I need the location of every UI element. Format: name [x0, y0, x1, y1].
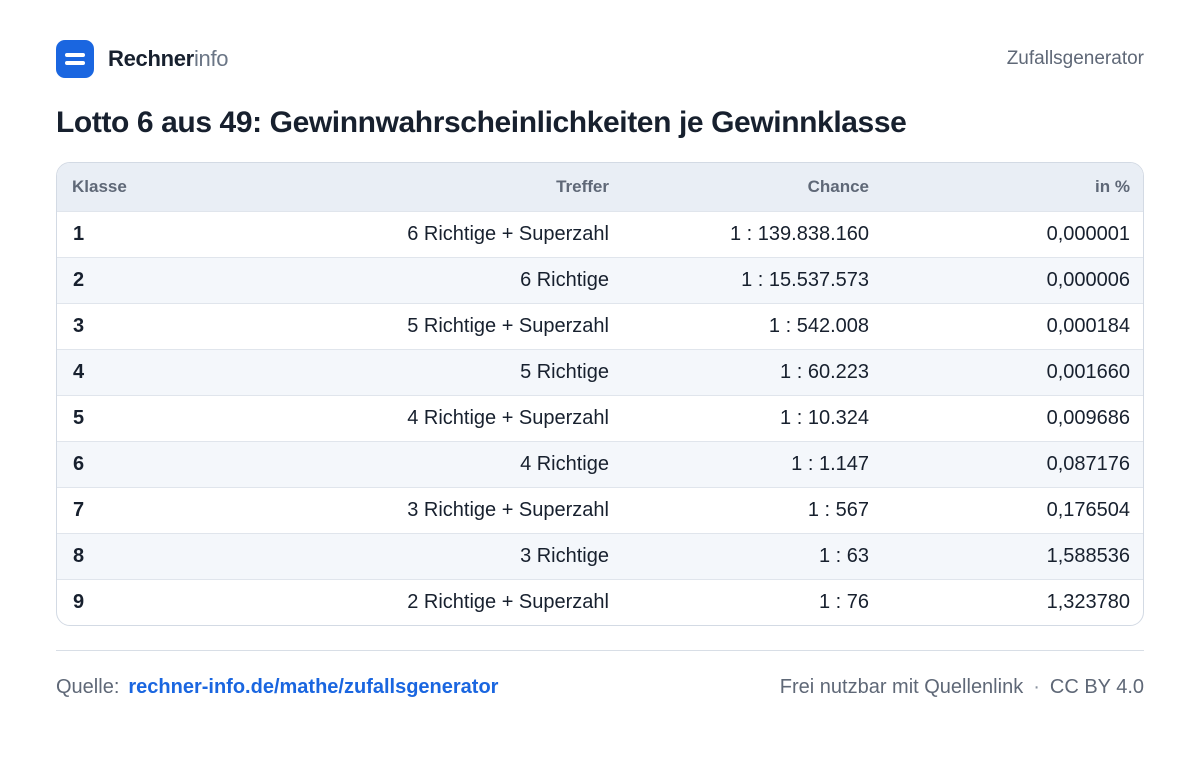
cell-prozent: 1,323780 — [1046, 590, 1130, 613]
page-title: Lotto 6 aus 49: Gewinnwahrscheinlichkeit… — [56, 106, 907, 139]
cell-treffer: 3 Richtige — [520, 544, 609, 567]
cell-treffer: 2 Richtige + Superzahl — [407, 590, 609, 613]
cell-chance: 1 : 139.838.160 — [729, 222, 869, 245]
cell-prozent: 0,000184 — [1046, 314, 1130, 337]
cell-klasse: 7 — [73, 498, 85, 521]
source-label: Quelle: — [56, 676, 120, 698]
cell-klasse: 5 — [73, 406, 85, 429]
brand-name-light: info — [193, 46, 229, 71]
cell-treffer: 3 Richtige + Superzahl — [407, 498, 609, 521]
license-separator: · — [1033, 676, 1040, 698]
brand-name: Rechnerinfo — [108, 46, 229, 72]
footer-divider — [56, 650, 1144, 651]
cell-prozent: 0,000001 — [1046, 222, 1130, 245]
cell-klasse: 2 — [73, 268, 85, 291]
table-row: 9 2 Richtige + Superzahl 1 : 76 1,323780 — [57, 579, 1143, 625]
column-header-klasse: Klasse — [72, 176, 127, 196]
cell-chance: 1 : 1.147 — [791, 452, 869, 475]
footer: Quelle: rechner-info.de/mathe/zufallsgen… — [56, 676, 1144, 699]
cell-treffer: 4 Richtige + Superzahl — [407, 406, 609, 429]
nav-link-zufallsgenerator[interactable]: Zufallsgenerator — [1007, 48, 1144, 70]
license-info: Frei nutzbar mit Quellenlink · CC BY 4.0 — [780, 676, 1144, 699]
cell-klasse: 6 — [73, 452, 85, 475]
cell-chance: 1 : 15.537.573 — [741, 268, 869, 291]
cell-chance: 1 : 10.324 — [780, 406, 869, 429]
cell-treffer: 6 Richtige + Superzahl — [407, 222, 609, 245]
table-row: 8 3 Richtige 1 : 63 1,588536 — [57, 533, 1143, 579]
column-header-treffer: Treffer — [556, 176, 609, 196]
cell-klasse: 3 — [73, 314, 85, 337]
cell-chance: 1 : 76 — [818, 590, 869, 613]
cell-prozent: 0,001660 — [1046, 360, 1130, 383]
table-row: 3 5 Richtige + Superzahl 1 : 542.008 0,0001… — [57, 303, 1143, 349]
table-row: 4 5 Richtige 1 : 60.223 0,001660 — [57, 349, 1143, 395]
cell-klasse: 8 — [73, 544, 85, 567]
brand-name-strong: Rechner — [108, 46, 194, 71]
cell-prozent: 0,009686 — [1046, 406, 1130, 429]
cell-chance: 1 : 63 — [818, 544, 869, 567]
table-row: 5 4 Richtige + Superzahl 1 : 10.324 0,00968… — [57, 395, 1143, 441]
cell-prozent: 0,176504 — [1046, 498, 1130, 521]
cell-chance: 1 : 567 — [807, 498, 869, 521]
probability-table-card: Klasse Treffer Chance in % 1 6 Richtige +… — [56, 162, 1144, 626]
table-header-row: Klasse Treffer Chance in % — [57, 163, 1143, 211]
column-header-chance: Chance — [807, 176, 869, 196]
site-header: Rechnerinfo Zufallsgenerator — [56, 40, 1144, 78]
cell-treffer: 5 Richtige + Superzahl — [407, 314, 609, 337]
probability-table: Klasse Treffer Chance in % 1 6 Richtige +… — [57, 163, 1143, 625]
cell-treffer: 6 Richtige — [520, 268, 609, 291]
source-link[interactable]: rechner-info.de/mathe/zufallsgenerator — [128, 676, 498, 699]
license-text: Frei nutzbar mit Quellenlink — [779, 676, 1024, 698]
license-name: CC BY 4.0 — [1049, 676, 1144, 698]
cell-klasse: 4 — [73, 360, 85, 383]
cell-prozent: 0,087176 — [1046, 452, 1130, 475]
cell-klasse: 9 — [73, 590, 85, 613]
rechnerinfo-logo-icon — [56, 40, 94, 78]
brand-home-link[interactable]: Rechnerinfo — [56, 40, 229, 78]
table-row: 2 6 Richtige 1 : 15.537.573 0,000006 — [57, 257, 1143, 303]
cell-prozent: 1,588536 — [1046, 544, 1130, 567]
source-info: Quelle: rechner-info.de/mathe/zufallsgen… — [56, 676, 498, 699]
table-row: 1 6 Richtige + Superzahl 1 : 139.838.160 0,… — [57, 211, 1143, 257]
table-row: 6 4 Richtige 1 : 1.147 0,087176 — [57, 441, 1143, 487]
column-header-prozent: in % — [1095, 176, 1130, 196]
cell-treffer: 5 Richtige — [520, 360, 609, 383]
table-row: 7 3 Richtige + Superzahl 1 : 567 0,176504 — [57, 487, 1143, 533]
cell-prozent: 0,000006 — [1046, 268, 1130, 291]
cell-chance: 1 : 542.008 — [768, 314, 869, 337]
cell-treffer: 4 Richtige — [520, 452, 609, 475]
cell-klasse: 1 — [73, 222, 85, 245]
cell-chance: 1 : 60.223 — [780, 360, 869, 383]
